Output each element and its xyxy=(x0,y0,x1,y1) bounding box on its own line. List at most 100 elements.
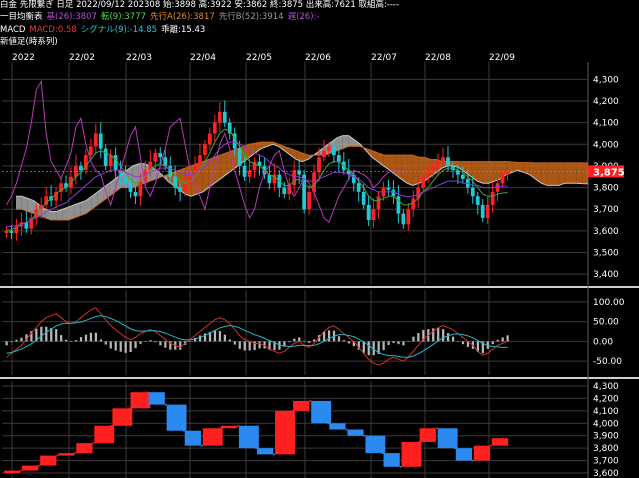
shinne-up-block xyxy=(58,453,75,456)
y-tick-label: 3,500 xyxy=(593,249,619,259)
y-tick-label: 4,200 xyxy=(593,394,619,404)
macd-title: MACD xyxy=(0,25,26,35)
y-tick-label: -50.00 xyxy=(593,357,622,367)
macd-histogram-bar xyxy=(60,335,63,342)
macd-histogram-bar xyxy=(258,341,261,349)
shinne-up-block xyxy=(419,428,436,442)
shinne-down-block xyxy=(166,404,187,431)
macd-histogram-bar xyxy=(412,336,415,342)
shinne-up-block xyxy=(40,455,57,466)
candle-down xyxy=(470,187,475,197)
macd-histogram-bar xyxy=(461,341,465,345)
x-tick-label: 22/06 xyxy=(305,53,331,63)
candle-up xyxy=(307,191,311,210)
symbol-info: 白金 先限繋ぎ 日足 2022/09/12 202308 始:3898 高:39… xyxy=(0,0,400,10)
ichimoku-cloud xyxy=(547,162,553,186)
candle-up xyxy=(317,157,321,173)
macd-histogram-bar xyxy=(159,341,162,346)
y-tick-label: 3,400 xyxy=(593,270,619,280)
macd-histogram-bar xyxy=(228,339,231,342)
header-line-2: 一目均衡表 基(26):3807 転(9):3777 先行A(26):3817 先行B(… xyxy=(0,12,323,23)
candle-up xyxy=(198,155,202,166)
chart-area: 2022 22/02 22/03 22/04 22/05 22/06 22/07 22/08 2… xyxy=(0,50,639,478)
macd-histogram-bar xyxy=(179,341,182,350)
x-tick-label: 22/07 xyxy=(371,53,397,63)
shinne-up-block xyxy=(293,400,310,411)
ichimoku-cloud xyxy=(535,162,542,184)
macd-histogram-bar xyxy=(367,341,370,356)
ichimoku-cloud xyxy=(51,211,57,221)
macd-histogram-bar xyxy=(164,341,167,348)
candle-down xyxy=(282,187,287,195)
candle-up xyxy=(217,111,222,123)
ichimoku-cloud xyxy=(582,162,588,184)
macd-histogram-bar xyxy=(233,341,236,345)
macd-histogram-bar xyxy=(65,339,68,342)
candle-down xyxy=(366,204,371,221)
candle-up xyxy=(93,133,98,147)
macd-histogram-bar xyxy=(293,338,296,342)
macd-histogram-bar xyxy=(402,341,405,346)
macd-histogram-bar xyxy=(79,337,83,342)
macd-histogram-bar xyxy=(104,341,107,345)
shinne-down-block xyxy=(455,448,473,461)
macd-histogram-bar xyxy=(407,341,410,342)
candle-down xyxy=(9,230,14,234)
candle-down xyxy=(475,196,480,205)
candle-up xyxy=(4,230,9,234)
candle-up xyxy=(406,209,411,225)
y-tick-label: 4,300 xyxy=(593,382,619,392)
shinne-down-block xyxy=(383,453,400,467)
candle-up xyxy=(138,181,143,197)
candle-up xyxy=(212,122,217,134)
macd-histogram-bar xyxy=(94,332,98,342)
candle-down xyxy=(332,146,336,156)
macd-histogram-bar xyxy=(69,341,73,342)
macd-histogram-bar xyxy=(99,339,102,342)
macd-histogram-bar xyxy=(84,334,88,342)
shinne-down-block xyxy=(437,428,458,449)
candle-down xyxy=(460,174,465,179)
shinne-down-block xyxy=(148,392,165,405)
y-tick-label: 4,000 xyxy=(593,419,619,429)
candle-up xyxy=(322,150,326,158)
candle-down xyxy=(336,155,341,162)
candle-up xyxy=(421,176,426,188)
macd-histogram-bar xyxy=(501,337,504,342)
macd-histogram-bar xyxy=(298,337,301,342)
shinne-up-block xyxy=(401,441,422,467)
x-tick-label: 22/08 xyxy=(425,53,451,63)
oscillator-label: 乖離:15.43 xyxy=(161,25,206,35)
macd-histogram-bar xyxy=(347,341,351,344)
x-tick-label: 22/05 xyxy=(246,53,272,63)
macd-histogram-bar xyxy=(337,336,341,342)
candle-down xyxy=(123,176,128,184)
macd-histogram-bar xyxy=(10,341,13,343)
macd-histogram-bar xyxy=(15,339,18,342)
candle-up xyxy=(490,191,495,205)
macd-histogram-bar xyxy=(506,335,509,342)
y-tick-label: 3,900 xyxy=(593,432,619,442)
candle-down xyxy=(98,133,103,149)
candle-down xyxy=(361,191,366,205)
y-tick-label: 3,600 xyxy=(593,469,619,478)
senkou-b-label: 先行B(52):3914 xyxy=(218,12,284,22)
tenkan-label: 転(9):3777 xyxy=(100,12,147,22)
candle-up xyxy=(485,204,490,218)
candle-down xyxy=(113,155,118,171)
shinne-up-block xyxy=(275,410,295,455)
candle-down xyxy=(267,174,272,184)
y-tick-label: 4,100 xyxy=(593,119,619,129)
macd-histogram-bar xyxy=(139,341,142,344)
shinne-up-block xyxy=(76,443,93,454)
shinne-up-block xyxy=(112,408,133,426)
macd-histogram-bar xyxy=(248,341,251,351)
macd-histogram-bar xyxy=(417,333,420,342)
macd-histogram-bar xyxy=(89,332,93,342)
y-tick-label: 3,700 xyxy=(593,205,619,215)
macd-histogram-bar xyxy=(308,341,311,343)
shinne-up-block xyxy=(202,428,223,446)
macd-histogram-bar xyxy=(213,330,217,342)
macd-histogram-bar xyxy=(129,341,132,353)
macd-histogram-bar xyxy=(496,339,499,342)
